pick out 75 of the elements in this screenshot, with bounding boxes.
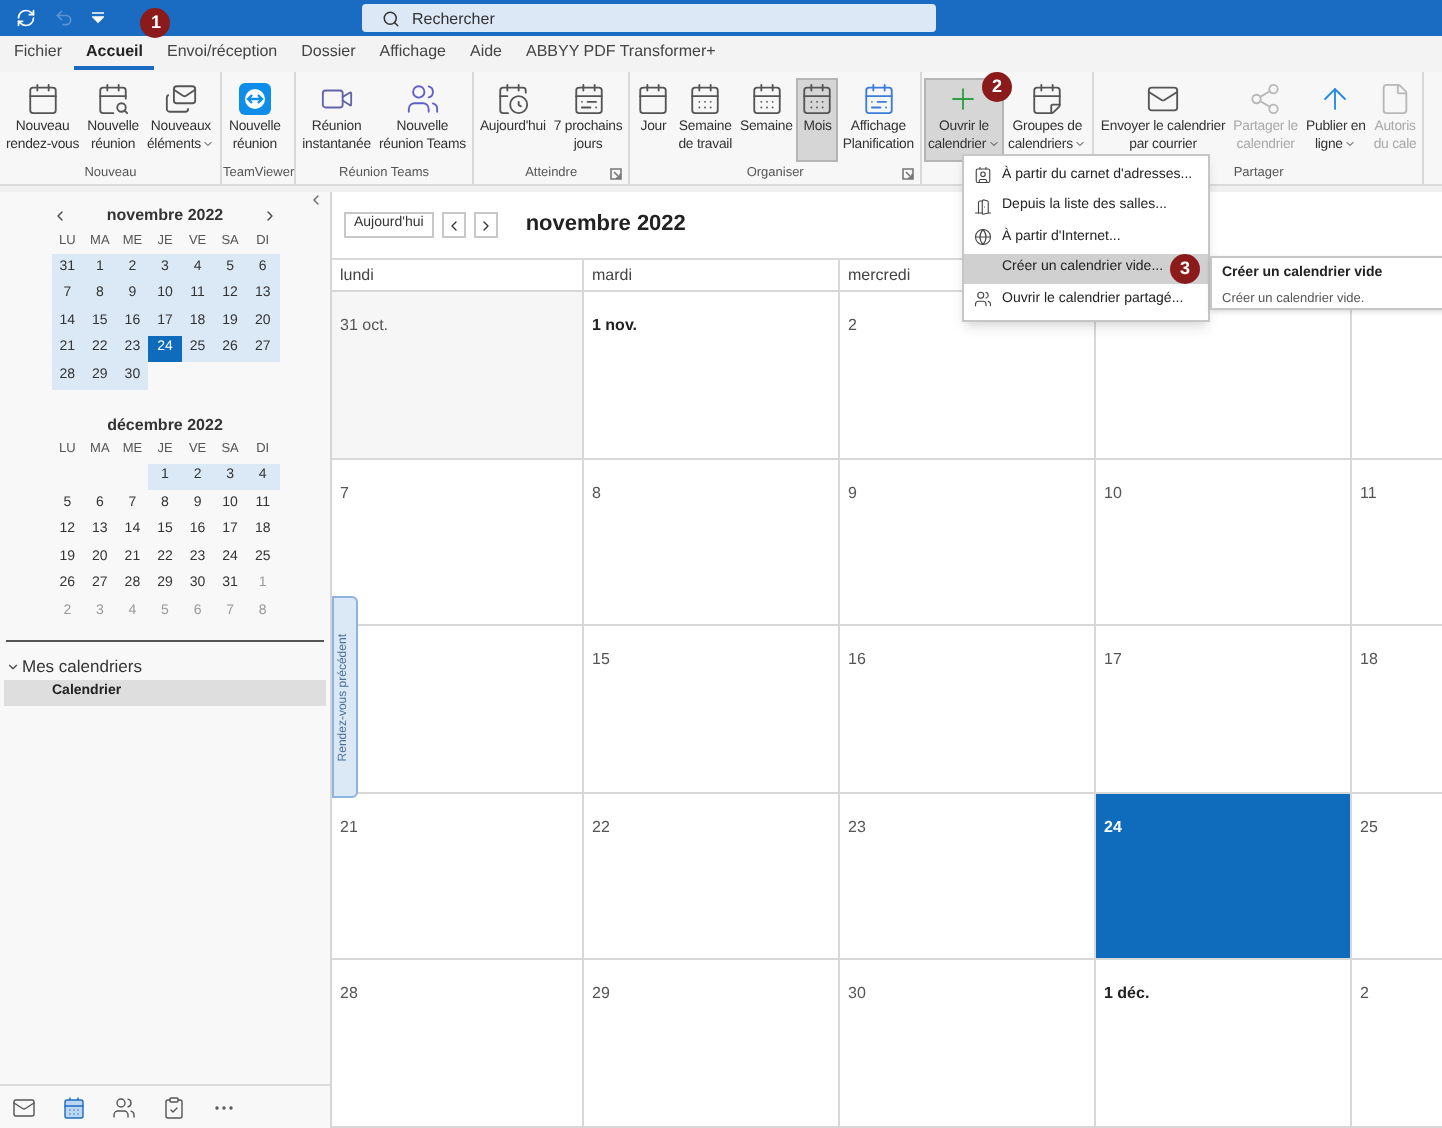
month-title: novembre 2022 xyxy=(106,204,224,228)
calendar-magnifier-icon xyxy=(96,82,131,116)
caret-icon xyxy=(202,137,215,150)
date-label: 2 xyxy=(848,316,857,334)
calendar-icon xyxy=(495,82,530,116)
caret-icon xyxy=(1344,137,1357,150)
day-name: mercredi xyxy=(848,263,911,287)
clipboard-icon[interactable] xyxy=(162,1095,186,1119)
caret-icon xyxy=(988,137,1001,150)
calendar-icon xyxy=(861,82,896,116)
date-label: 22 xyxy=(592,817,610,836)
mail-icon[interactable] xyxy=(12,1095,36,1119)
date-label: 25 xyxy=(1360,817,1378,836)
folder-group-label[interactable]: Mes calendriers xyxy=(22,653,142,679)
date-label: 1 nov. xyxy=(592,316,638,334)
expand-icon[interactable] xyxy=(6,659,20,673)
share-icon xyxy=(1248,82,1283,116)
date-label: 11 xyxy=(1360,483,1377,502)
tab[interactable]: Envoi/réception xyxy=(154,38,290,70)
date-label: 15 xyxy=(592,650,610,669)
tab[interactable]: ABBYY PDF Transformer+ xyxy=(514,38,728,70)
date-label: 1 déc. xyxy=(1104,984,1150,1003)
sync-icon[interactable] xyxy=(16,8,36,28)
people-icon xyxy=(974,290,992,309)
people-icon[interactable] xyxy=(112,1095,136,1119)
date-label: 8 xyxy=(592,483,601,502)
date-label: 10 xyxy=(1104,483,1122,502)
calendar-icon[interactable] xyxy=(62,1095,86,1119)
month-title: décembre 2022 xyxy=(107,413,223,437)
calendar-icon xyxy=(800,82,835,116)
document-icon xyxy=(1378,82,1413,116)
date-label: 18 xyxy=(1360,650,1378,669)
dialog-launcher-icon[interactable] xyxy=(610,168,623,180)
date-label: 7 xyxy=(340,483,349,502)
date-label: 28 xyxy=(340,984,358,1003)
envelopes-icon xyxy=(163,82,198,116)
previous-button[interactable] xyxy=(441,212,466,238)
door-icon xyxy=(974,197,992,216)
customize-icon[interactable] xyxy=(92,12,104,24)
calendar-title: novembre 2022 xyxy=(525,210,686,241)
tab[interactable]: Dossier xyxy=(289,38,368,70)
search-field[interactable]: Rechercher xyxy=(362,4,936,32)
collapse-icon[interactable] xyxy=(308,192,324,208)
envelope-icon xyxy=(1146,82,1181,116)
calendar-icon xyxy=(749,82,784,116)
dialog-launcher-icon[interactable] xyxy=(901,168,914,180)
globe-icon xyxy=(974,228,992,247)
caret-icon xyxy=(1074,137,1087,150)
date-label: 2 xyxy=(1360,984,1369,1003)
day-name: lundi xyxy=(340,263,374,287)
search-icon xyxy=(382,9,400,27)
calendar-icon xyxy=(636,82,671,116)
calendar-icon xyxy=(571,82,606,116)
date-label: 16 xyxy=(848,650,866,669)
next-button[interactable] xyxy=(473,212,498,238)
date-label: 17 xyxy=(1104,650,1122,669)
date-label: 21 xyxy=(340,817,358,836)
date-label: 9 xyxy=(848,483,857,502)
calendar-icon xyxy=(25,82,60,116)
tab[interactable]: Affichage xyxy=(367,38,458,70)
date-label: 29 xyxy=(592,984,610,1003)
tab[interactable]: Fichier xyxy=(2,38,75,70)
app-logo-icon xyxy=(237,82,272,116)
selected-day-cell[interactable]: 24 xyxy=(1096,793,1352,959)
date-label: 23 xyxy=(848,817,866,836)
date-label: 30 xyxy=(848,984,866,1003)
calendar-stack-icon xyxy=(1030,82,1065,116)
step-badge: 2 xyxy=(982,72,1013,102)
people-icon xyxy=(405,82,440,116)
day-name: mardi xyxy=(592,263,633,287)
date-label: 31 oct. xyxy=(340,316,389,334)
calendar-icon xyxy=(688,82,723,116)
tab[interactable]: Aide xyxy=(457,38,514,70)
address-book-icon xyxy=(974,166,992,185)
date-label: 24 xyxy=(1104,817,1122,836)
